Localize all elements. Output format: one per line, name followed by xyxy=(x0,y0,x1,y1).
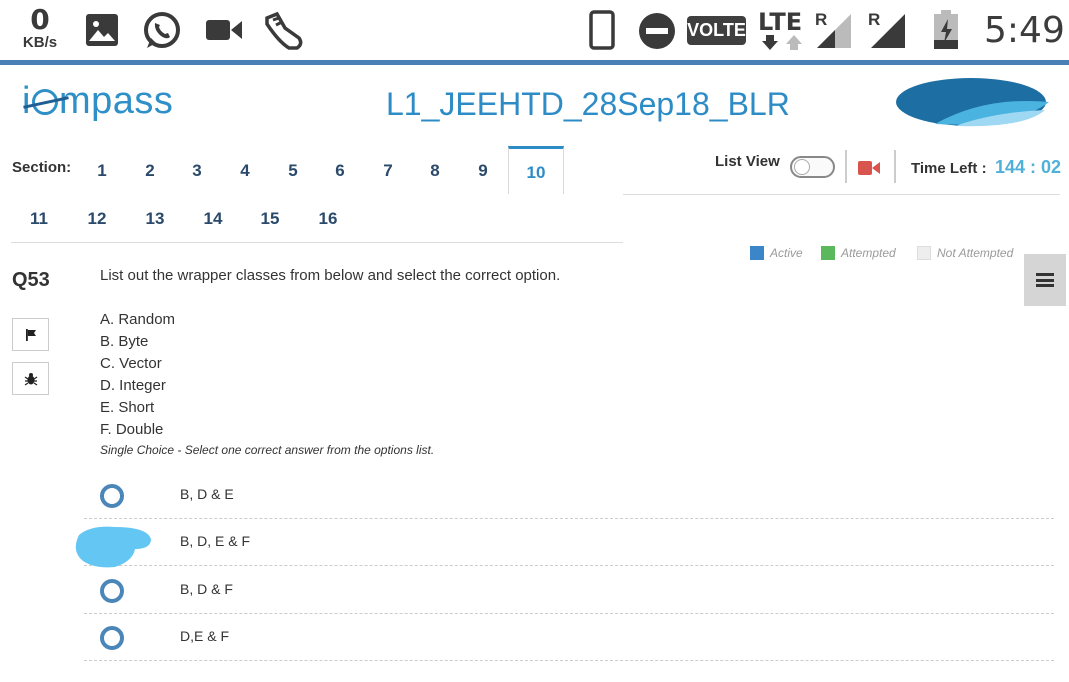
time-left-value: 144 : 02 xyxy=(995,157,1062,177)
section-tab-8[interactable]: 8 xyxy=(415,161,455,181)
network-speed: 0 KB/s xyxy=(18,3,62,51)
question-text: List out the wrapper classes from below … xyxy=(100,267,561,284)
report-bug-button[interactable] xyxy=(12,362,49,395)
legend-attempted-swatch xyxy=(821,246,835,260)
list-view-label: List View xyxy=(715,153,780,170)
logo-text-left: i xyxy=(22,80,31,122)
answer-label-3: B, D & F xyxy=(180,581,233,597)
question-option-d: D. Integer xyxy=(100,377,166,394)
answer-row-3[interactable]: B, D & F xyxy=(84,567,1054,614)
answer-label-2: B, D, E & F xyxy=(180,533,251,549)
section-tab-2[interactable]: 2 xyxy=(130,161,170,181)
section-tab-14[interactable]: 14 xyxy=(193,209,233,229)
legend-attempted-label: Attempted xyxy=(841,246,896,260)
whatsapp-icon xyxy=(144,12,180,48)
question-option-b: B. Byte xyxy=(100,333,149,350)
battery-charging-icon xyxy=(934,10,958,49)
network-speed-value: 0 xyxy=(30,3,50,36)
list-view-toggle[interactable] xyxy=(790,156,835,178)
answer-radio-4[interactable] xyxy=(100,626,124,650)
question-option-c: C. Vector xyxy=(100,355,162,372)
do-not-disturb-icon xyxy=(639,13,675,49)
volte-badge: VOLTE xyxy=(687,16,746,45)
section-tab-4[interactable]: 4 xyxy=(225,161,265,181)
legend-attempted: Attempted xyxy=(821,246,896,260)
section-tab-16[interactable]: 16 xyxy=(308,209,348,229)
section-tab-5[interactable]: 5 xyxy=(273,161,313,181)
network-speed-unit: KB/s xyxy=(22,34,58,51)
hamburger-icon xyxy=(1036,273,1054,287)
question-option-e: E. Short xyxy=(100,399,155,416)
clock: 5:49 xyxy=(984,10,1065,51)
section-tab-10-active[interactable]: 10 xyxy=(508,146,564,194)
video-camera-icon-red[interactable] xyxy=(858,160,880,176)
answer-row-4[interactable]: D,E & F xyxy=(84,614,1054,661)
compass-ring-icon xyxy=(31,89,58,115)
answer-label-4: D,E & F xyxy=(180,628,230,644)
controls-divider xyxy=(623,194,1060,195)
section-tab-12[interactable]: 12 xyxy=(77,209,117,229)
answer-row-2[interactable]: B, D, E & F xyxy=(84,519,1054,566)
legend-active: Active xyxy=(750,246,803,260)
section-tab-13[interactable]: 13 xyxy=(135,209,175,229)
answer-type-hint: Single Choice - Select one correct answe… xyxy=(100,443,435,457)
bug-icon xyxy=(24,372,37,385)
answer-radio-1[interactable] xyxy=(100,484,124,508)
section-tab-9[interactable]: 9 xyxy=(463,161,503,181)
legend-not-attempted-label: Not Attempted xyxy=(937,246,1014,260)
flag-icon xyxy=(25,328,36,341)
signal-icon-2 xyxy=(871,14,905,48)
section-tab-3[interactable]: 3 xyxy=(177,161,217,181)
flag-button[interactable] xyxy=(12,318,49,351)
section-tab-1[interactable]: 1 xyxy=(82,161,122,181)
phone-icon xyxy=(589,10,615,50)
legend-not-attempted: Not Attempted xyxy=(917,246,1013,260)
answer-row-1[interactable]: B, D & E xyxy=(84,472,1054,519)
lte-label: LTE xyxy=(758,8,803,36)
section-tab-15[interactable]: 15 xyxy=(250,209,290,229)
menu-button[interactable] xyxy=(1024,254,1066,306)
section-tab-6[interactable]: 6 xyxy=(320,161,360,181)
app-top-border xyxy=(0,60,1069,65)
legend-active-swatch xyxy=(750,246,764,260)
sections-divider xyxy=(11,242,623,243)
lte-arrows-icon xyxy=(762,35,802,50)
answer-label-1: B, D & E xyxy=(180,486,234,502)
toggle-knob xyxy=(794,159,810,175)
shoe-icon xyxy=(265,11,303,50)
redaction-blob xyxy=(75,526,151,568)
section-tab-7[interactable]: 7 xyxy=(368,161,408,181)
image-icon xyxy=(86,14,118,46)
status-bar: 0 KB/s VOLTE LTE R R 5:49 xyxy=(0,0,1069,60)
question-number: Q53 xyxy=(12,269,50,291)
section-tab-11[interactable]: 11 xyxy=(19,209,59,229)
icompass-logo: i mpass xyxy=(22,80,173,123)
video-camera-icon xyxy=(206,20,242,40)
section-label: Section: xyxy=(12,159,72,176)
vertical-divider xyxy=(845,150,847,183)
answer-radio-3[interactable] xyxy=(100,579,124,603)
legend-active-label: Active xyxy=(770,246,803,260)
exam-title: L1_JEEHTD_28Sep18_BLR xyxy=(386,86,790,122)
question-option-a: A. Random xyxy=(100,311,176,328)
logo-text-right: mpass xyxy=(58,80,174,122)
brand-wave-logo xyxy=(896,78,1049,127)
time-left-label: Time Left : xyxy=(911,160,987,177)
vertical-divider-2 xyxy=(894,150,896,183)
signal-icon xyxy=(817,14,851,48)
legend-not-attempted-swatch xyxy=(917,246,931,260)
question-option-f: F. Double xyxy=(100,421,164,438)
